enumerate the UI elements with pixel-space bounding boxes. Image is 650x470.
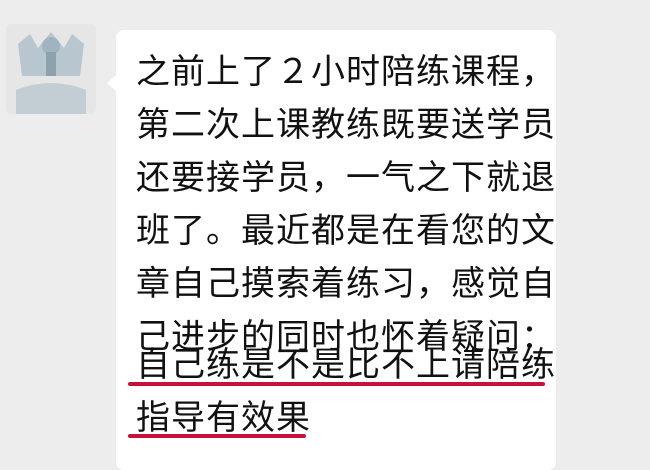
highlighted-line: 自己练是不是比不上请陪练 bbox=[136, 345, 556, 385]
highlight-underline bbox=[128, 434, 306, 438]
message-line: 第二次上课教练既要送学员 bbox=[136, 105, 556, 145]
message-line: 之前上了２小时陪练课程， bbox=[136, 52, 556, 92]
highlight-underline bbox=[128, 382, 545, 386]
message-line: 班了。最近都是在看您的文 bbox=[136, 211, 556, 251]
user-avatar-icon bbox=[6, 24, 96, 114]
highlighted-line: 指导有效果 bbox=[136, 398, 311, 438]
message-line: 还要接学员，一气之下就退 bbox=[136, 158, 556, 198]
bubble-tail bbox=[107, 74, 117, 92]
message-line: 章自己摸索着练习，感觉自 bbox=[136, 264, 556, 304]
sender-avatar[interactable] bbox=[6, 24, 96, 114]
message-bubble[interactable]: 之前上了２小时陪练课程， 第二次上课教练既要送学员 还要接学员，一气之下就退 班… bbox=[107, 30, 556, 470]
